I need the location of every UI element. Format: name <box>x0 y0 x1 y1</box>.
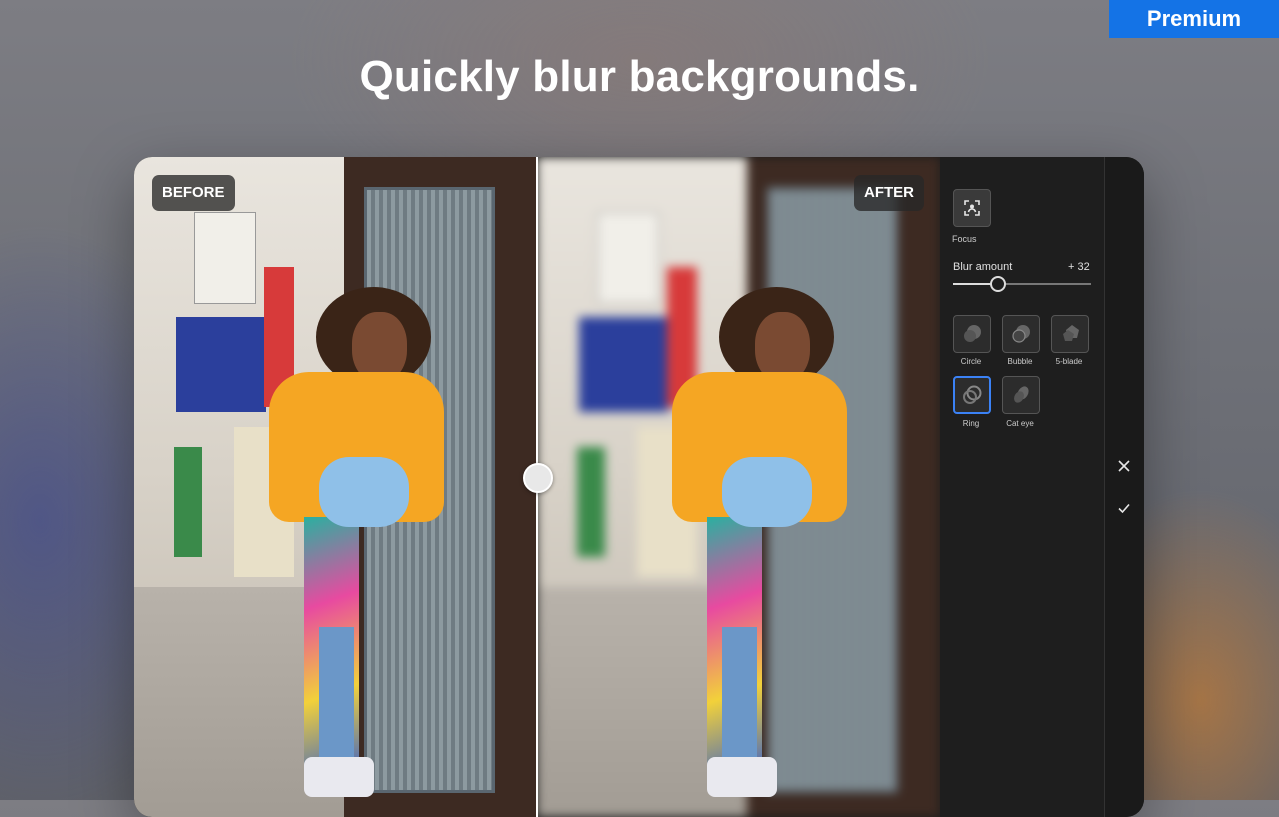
bubble-bokeh-icon <box>1012 325 1030 343</box>
before-image <box>134 157 537 817</box>
focus-label: Focus <box>952 234 977 244</box>
shape-5-blade-label: 5-blade <box>1055 357 1083 366</box>
close-icon[interactable] <box>1116 459 1132 475</box>
shape-cat-eye-button[interactable] <box>1002 376 1040 414</box>
after-image <box>537 157 940 817</box>
five-blade-bokeh-icon <box>1063 325 1079 341</box>
shape-ring-label: Ring <box>962 419 980 428</box>
shape-5-blade-button[interactable] <box>1051 315 1089 353</box>
focus-subject-icon <box>964 200 980 216</box>
blur-amount-thumb[interactable] <box>990 276 1006 292</box>
cat-eye-bokeh-icon <box>1014 386 1029 403</box>
ring-bokeh-icon <box>963 385 982 404</box>
shape-bubble-button[interactable] <box>1002 315 1040 353</box>
app-window: BEFORE AFTER Focus Blur amount + 32 Circ… <box>134 157 1144 817</box>
before-after-preview[interactable]: BEFORE AFTER <box>134 157 940 817</box>
shape-circle-label: Circle <box>960 357 982 366</box>
shape-cat-eye-label: Cat eye <box>1006 419 1034 428</box>
action-bar <box>1105 157 1144 817</box>
focus-button[interactable] <box>953 189 991 227</box>
headline: Quickly blur backgrounds. <box>359 52 920 101</box>
checkmark-icon[interactable] <box>1116 501 1132 517</box>
shape-ring-button[interactable] <box>953 376 991 414</box>
before-label: BEFORE <box>152 175 235 211</box>
compare-slider-handle[interactable] <box>523 463 553 493</box>
shape-bubble-label: Bubble <box>1007 357 1033 366</box>
blur-amount-slider[interactable] <box>953 276 1091 292</box>
blur-amount-label: Blur amount <box>953 261 1013 273</box>
circle-bokeh-icon <box>964 325 981 342</box>
blur-settings-panel: Focus Blur amount + 32 Circle Bubble 5-b… <box>940 157 1105 817</box>
premium-badge[interactable]: Premium <box>1109 0 1279 38</box>
blur-amount-value: + 32 <box>1068 261 1090 273</box>
after-label: AFTER <box>854 175 924 211</box>
shape-circle-button[interactable] <box>953 315 991 353</box>
